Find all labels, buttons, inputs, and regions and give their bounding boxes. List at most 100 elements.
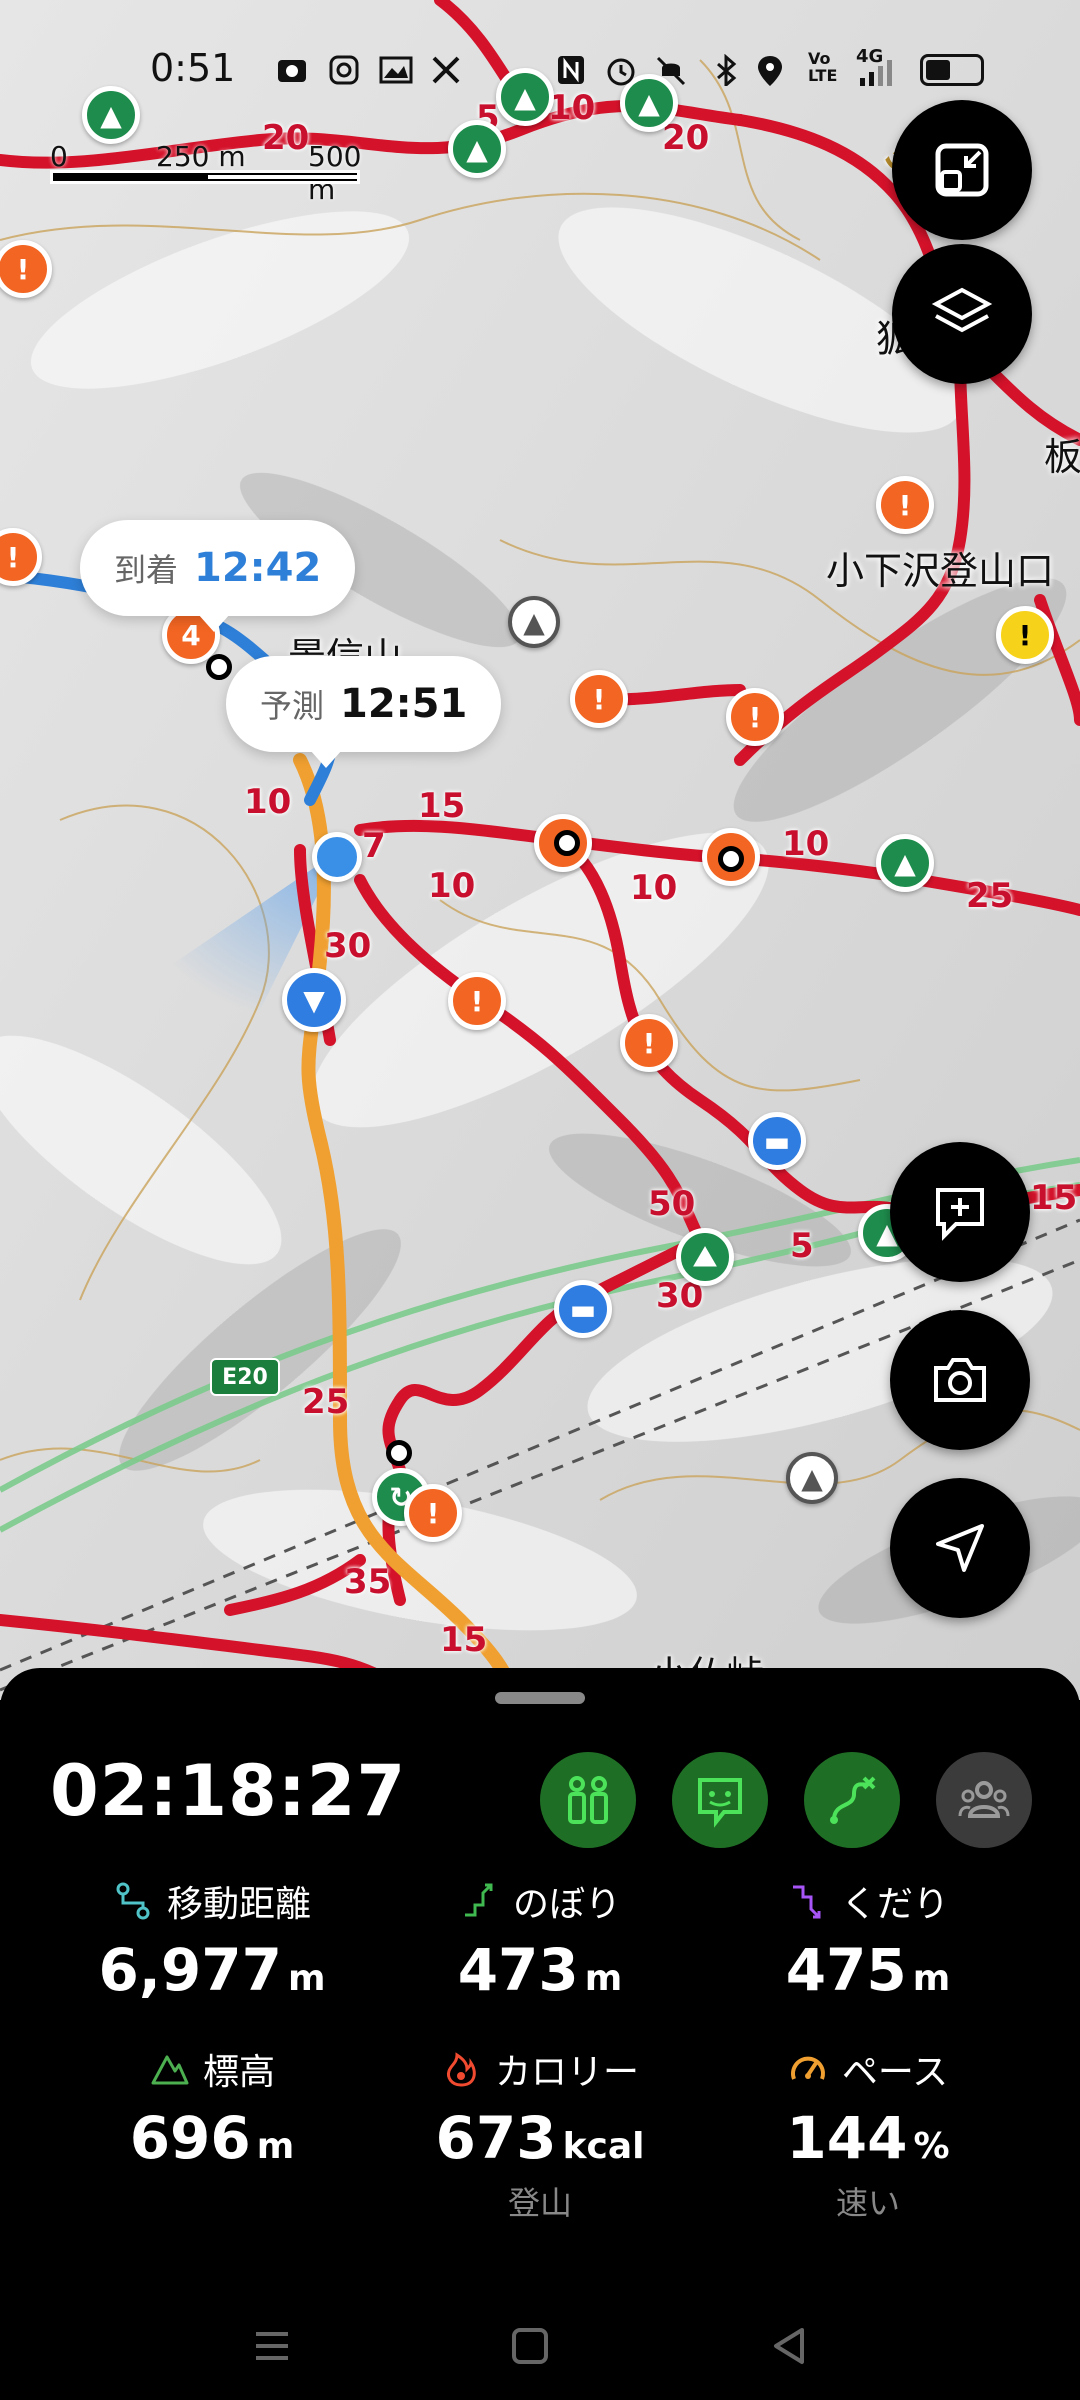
- layers-icon: [931, 287, 993, 333]
- waypoint-dot: [206, 654, 232, 680]
- scale-zero: 0: [50, 140, 68, 173]
- warning-marker[interactable]: !: [876, 476, 934, 534]
- comment-marker[interactable]: ▬: [554, 1280, 612, 1338]
- stat-label: 移動距離: [166, 1884, 311, 1925]
- stat-ascent: のぼり 473 m: [370, 1876, 710, 2004]
- descent-icon: [792, 1885, 821, 1919]
- stat-label: 標高: [202, 2052, 275, 2093]
- comment-marker[interactable]: ▬: [748, 1112, 806, 1170]
- collapse-button[interactable]: [892, 100, 1032, 240]
- scale-mid: 250 m: [156, 140, 246, 173]
- home-icon[interactable]: [500, 2316, 560, 2376]
- road-badge: E20: [210, 1358, 280, 1396]
- arrival-label: 到着: [114, 551, 179, 589]
- status-time: 0:51: [150, 46, 236, 90]
- battery-icon: [920, 54, 984, 86]
- elevation-icon: [151, 2055, 189, 2085]
- warning-marker[interactable]: !: [448, 972, 506, 1030]
- trail-time-label: 15: [440, 1620, 488, 1660]
- trail-time-label: 5: [790, 1226, 814, 1266]
- face-message-button[interactable]: [672, 1752, 768, 1848]
- navigate-button[interactable]: [890, 1478, 1030, 1618]
- trail-time-label: 10: [428, 866, 476, 906]
- predict-callout[interactable]: 予測 12:51: [226, 656, 502, 768]
- camera-icon: [934, 1358, 986, 1402]
- navigate-icon: [936, 1524, 984, 1572]
- stat-unit: m: [912, 1958, 951, 1999]
- camera-icon: [278, 60, 306, 82]
- map-label-ita: 板: [1044, 435, 1080, 479]
- mute-icon: [656, 56, 686, 86]
- stat-label: くだり: [840, 1884, 949, 1925]
- stat-elevation: 標高 696 m: [42, 2044, 382, 2172]
- caution-marker[interactable]: !: [996, 606, 1054, 664]
- route-off-icon: [830, 1776, 876, 1824]
- stat-value: 144: [786, 2104, 908, 2172]
- speedometer-icon: [790, 2056, 825, 2080]
- route-off-button[interactable]: [804, 1752, 900, 1848]
- waypoint-dot: [718, 846, 744, 872]
- trail-time-label: 10: [630, 868, 678, 908]
- stat-sub: 速い: [835, 2184, 900, 2222]
- warning-marker[interactable]: !: [726, 688, 784, 746]
- volte-icon: Vo LTE: [808, 49, 838, 85]
- hiker-marker[interactable]: ⛰: [676, 1228, 734, 1286]
- instagram-icon: [329, 55, 359, 85]
- poi-button[interactable]: [540, 1752, 636, 1848]
- poi-icon: [568, 1776, 608, 1824]
- peak-marker[interactable]: ▲: [448, 120, 506, 178]
- back-icon[interactable]: [760, 2316, 820, 2376]
- x-icon: [432, 56, 460, 84]
- group-icon: [958, 1781, 1010, 1818]
- stat-value: 473: [457, 1936, 579, 2004]
- arrival-callout[interactable]: 到着 12:42: [80, 520, 356, 632]
- map-view[interactable]: 景信山 小下沢登山口 狐 板 小仏峠 20 5 10 20 15 10 10 1…: [0, 0, 1080, 1700]
- stat-unit: %: [913, 2126, 950, 2167]
- warning-marker[interactable]: !: [404, 1484, 462, 1542]
- stat-label: のぼり: [512, 1884, 621, 1925]
- drag-handle[interactable]: [495, 1692, 585, 1704]
- trail-time-label: 30: [324, 926, 372, 966]
- menu-icon[interactable]: [242, 2316, 302, 2376]
- stat-value: 475: [785, 1936, 907, 2004]
- trail-time-label: 35: [344, 1562, 392, 1602]
- arrival-time: 12:42: [194, 545, 322, 591]
- trail-time-label: 10: [782, 824, 830, 864]
- warning-marker[interactable]: !: [570, 670, 628, 728]
- trail-time-label: 25: [302, 1382, 350, 1422]
- nfc-icon: [558, 56, 584, 84]
- trail-time-label: 50: [648, 1184, 696, 1224]
- stat-distance: 移動距離 6,977 m: [42, 1876, 382, 2004]
- scale-bar: 0 250 m 500 m: [50, 140, 361, 206]
- add-comment-button[interactable]: [890, 1142, 1030, 1282]
- bluetooth-icon: [717, 54, 737, 86]
- trail-time-label: 15: [1030, 1178, 1078, 1218]
- predict-time: 12:51: [340, 681, 468, 727]
- warning-marker[interactable]: !: [620, 1014, 678, 1072]
- flag-marker[interactable]: ▼: [282, 968, 346, 1032]
- summit-marker[interactable]: ▲: [508, 596, 560, 648]
- stat-label: ペース: [841, 2052, 949, 2093]
- collapse-icon: [935, 143, 989, 197]
- stat-value: 696: [129, 2104, 251, 2172]
- camera-button[interactable]: [890, 1310, 1030, 1450]
- stat-unit: kcal: [562, 2126, 645, 2167]
- elapsed-time: 02:18:27: [50, 1750, 407, 1832]
- stat-unit: m: [256, 2126, 295, 2167]
- stat-label: カロリー: [494, 2052, 639, 2093]
- signal-bars-icon: [860, 60, 892, 86]
- face-message-icon: [698, 1778, 742, 1828]
- stat-descent: くだり 475 m: [698, 1876, 1038, 2004]
- summit-marker[interactable]: ▲: [786, 1452, 838, 1504]
- group-button[interactable]: [936, 1752, 1032, 1848]
- layers-button[interactable]: [892, 244, 1032, 384]
- stat-sub: 登山: [507, 2184, 572, 2222]
- stat-unit: m: [287, 1958, 326, 1999]
- peak-marker[interactable]: ▲: [876, 834, 934, 892]
- location-icon: [758, 56, 782, 86]
- system-nav-bar: [0, 2280, 1080, 2400]
- current-location-dot: [312, 832, 362, 882]
- waypoint-dot: [554, 830, 580, 856]
- stat-value: 673: [435, 2104, 557, 2172]
- trail-time-label: 7: [362, 826, 386, 866]
